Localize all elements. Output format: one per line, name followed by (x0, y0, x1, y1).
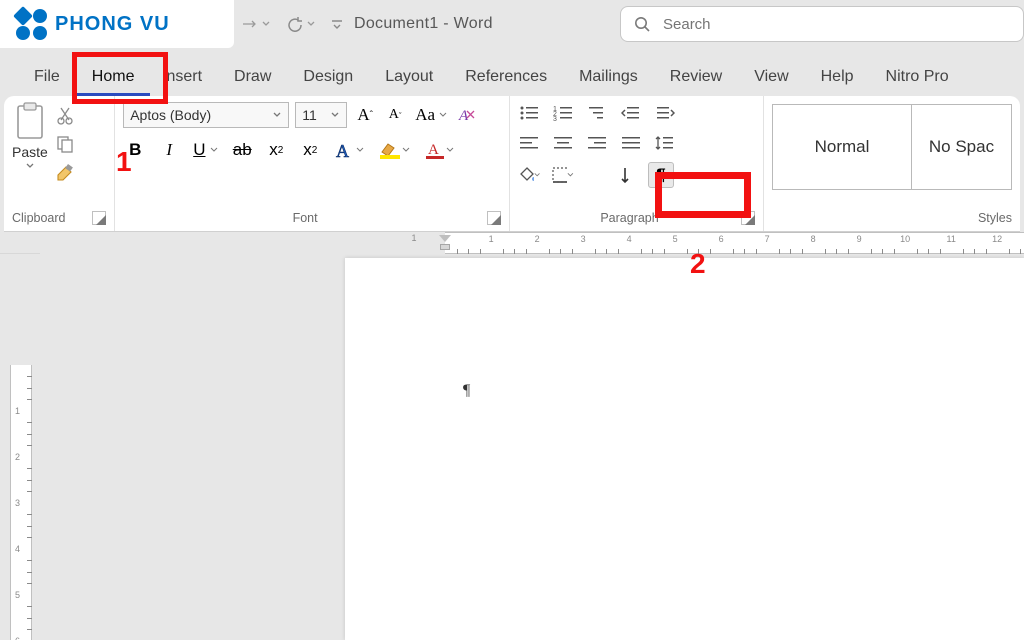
brand-glyph (16, 9, 47, 40)
group-font: Aptos (Body) 11 Aˆ Aˇ Aa A B I U ab x2 x… (115, 96, 510, 231)
font-family-combo[interactable]: Aptos (Body) (123, 102, 289, 128)
style-normal[interactable]: Normal (772, 104, 912, 190)
group-paragraph: 123 ¶ (510, 96, 764, 231)
change-case-icon[interactable]: Aa (413, 103, 449, 127)
shading-icon[interactable] (518, 164, 540, 186)
style-no-spacing[interactable]: No Spac (912, 104, 1012, 190)
tab-insert[interactable]: nsert (150, 58, 218, 96)
grow-font-icon[interactable]: Aˆ (353, 103, 377, 127)
sort-icon[interactable] (614, 164, 636, 186)
numbering-icon[interactable]: 123 (552, 102, 574, 124)
brand-text: PHONG VU (55, 13, 170, 36)
format-painter-icon[interactable] (54, 162, 76, 182)
autosave-toggle-icon[interactable] (240, 16, 271, 32)
align-center-icon[interactable] (552, 132, 574, 154)
customize-qat-icon[interactable] (330, 17, 344, 31)
undo-button[interactable] (285, 16, 316, 32)
line-spacing-icon[interactable] (654, 132, 676, 154)
tab-file[interactable]: File (18, 58, 76, 96)
quick-access-toolbar (240, 16, 344, 32)
align-left-icon[interactable] (518, 132, 540, 154)
tab-nitro[interactable]: Nitro Pro (870, 58, 965, 96)
text-effects-icon[interactable]: A (332, 138, 366, 162)
horizontal-ruler[interactable]: 112345678910111213 (0, 232, 1024, 254)
align-right-icon[interactable] (586, 132, 608, 154)
ribbon: Paste Clipboard Aptos (Body) 11 Aˆ Aˇ (4, 96, 1020, 232)
italic-icon[interactable]: I (157, 138, 181, 162)
font-launcher[interactable] (487, 211, 501, 225)
search-box[interactable] (620, 6, 1024, 42)
ribbon-tabs: File Home nsert Draw Design Layout Refer… (0, 48, 1024, 96)
tab-home[interactable]: Home (76, 58, 151, 96)
tab-review[interactable]: Review (654, 58, 738, 96)
tab-help[interactable]: Help (805, 58, 870, 96)
tab-mailings[interactable]: Mailings (563, 58, 654, 96)
strikethrough-icon[interactable]: ab (230, 138, 254, 162)
paragraph-group-label: Paragraph (518, 211, 741, 225)
document-area: 112345678910111213 123456 ¶ (0, 232, 1024, 640)
paste-button[interactable]: Paste (12, 102, 48, 170)
svg-text:A: A (336, 141, 349, 161)
group-styles: Normal No Spac Styles (764, 96, 1020, 231)
clipboard-launcher[interactable] (92, 211, 106, 225)
show-hide-paragraph-marks-button[interactable]: ¶ (648, 162, 674, 188)
tab-references[interactable]: References (449, 58, 563, 96)
svg-text:A: A (428, 142, 439, 158)
bullets-icon[interactable] (518, 102, 540, 124)
page-canvas[interactable]: ¶ (345, 258, 1024, 640)
tab-design[interactable]: Design (287, 58, 369, 96)
multilevel-list-icon[interactable] (586, 102, 608, 124)
svg-text:3: 3 (553, 116, 557, 121)
clear-formatting-icon[interactable]: A (455, 103, 479, 127)
shrink-font-icon[interactable]: Aˇ (383, 103, 407, 127)
font-group-label: Font (123, 211, 487, 225)
font-size-combo[interactable]: 11 (295, 102, 347, 128)
borders-icon[interactable] (552, 164, 574, 186)
brand-overlay: PHONG VU (0, 0, 234, 48)
clipboard-group-label: Clipboard (12, 211, 66, 225)
subscript-icon[interactable]: x2 (264, 138, 288, 162)
underline-icon[interactable]: U (191, 138, 220, 162)
justify-icon[interactable] (620, 132, 642, 154)
paragraph-mark-icon: ¶ (463, 382, 470, 400)
tab-draw[interactable]: Draw (218, 58, 287, 96)
font-color-icon[interactable]: A (422, 138, 456, 162)
window-title: Document1 - Word (354, 15, 493, 33)
copy-icon[interactable] (54, 134, 76, 154)
vertical-ruler[interactable]: 123456 (10, 270, 32, 640)
clipboard-paste-icon (13, 102, 47, 142)
superscript-icon[interactable]: x2 (298, 138, 322, 162)
decrease-indent-icon[interactable] (620, 102, 642, 124)
search-input[interactable] (661, 15, 1011, 34)
cut-icon[interactable] (54, 106, 76, 126)
paste-label: Paste (12, 144, 48, 160)
svg-text:A: A (458, 108, 469, 124)
bold-icon[interactable]: B (123, 138, 147, 162)
highlight-icon[interactable] (376, 138, 412, 162)
increase-indent-icon[interactable] (654, 102, 676, 124)
tab-view[interactable]: View (738, 58, 804, 96)
search-icon (633, 15, 651, 33)
group-clipboard: Paste Clipboard (4, 96, 115, 231)
tab-layout[interactable]: Layout (369, 58, 449, 96)
paragraph-launcher[interactable] (741, 211, 755, 225)
styles-group-label: Styles (772, 211, 1012, 225)
